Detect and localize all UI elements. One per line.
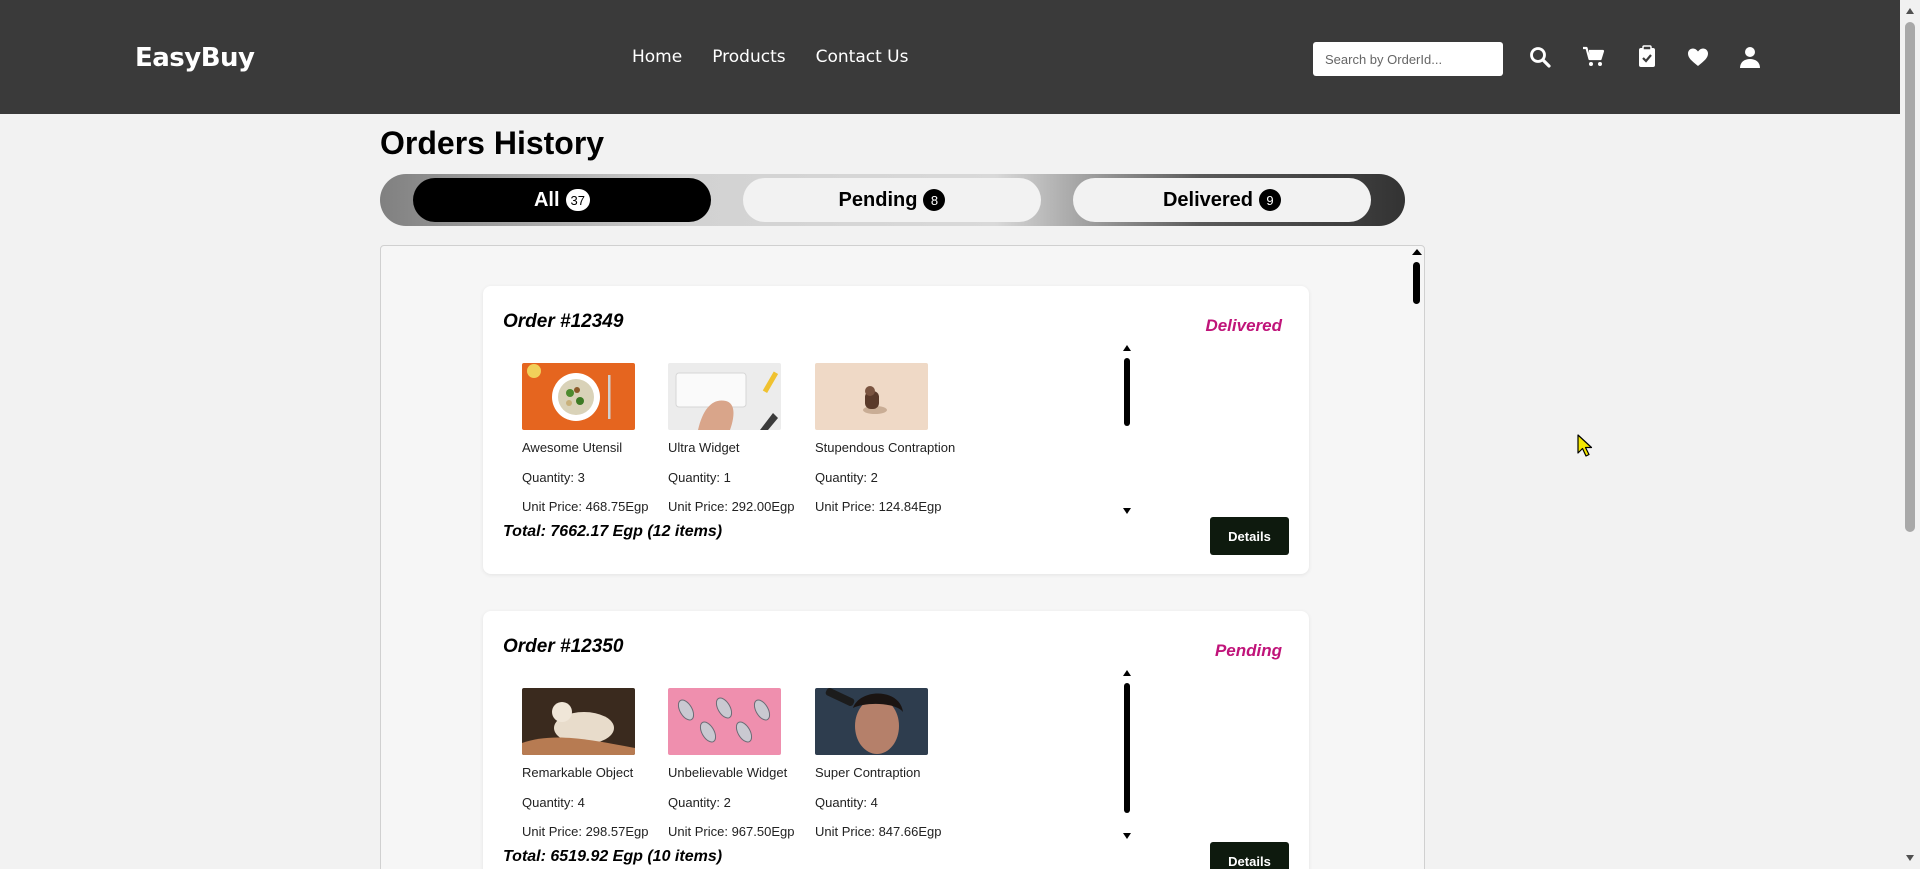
product-image-makeup <box>815 688 928 755</box>
search-input[interactable] <box>1313 42 1503 76</box>
tab-pending[interactable]: Pending 8 <box>743 178 1041 222</box>
order-number: Order #12349 <box>503 311 624 332</box>
scroll-up-arrow-icon[interactable] <box>1906 8 1914 14</box>
order-status: Delivered <box>1205 316 1282 335</box>
product-image-utensil <box>522 363 635 430</box>
panel-scrollbar-thumb[interactable] <box>1413 262 1420 304</box>
search-icon[interactable] <box>1528 45 1552 69</box>
order-number: Order #12350 <box>503 636 624 657</box>
nav-products-link[interactable]: Products <box>712 47 785 67</box>
product-image-object <box>522 688 635 755</box>
brand-logo[interactable]: EasyBuy <box>135 43 255 73</box>
details-button[interactable]: Details <box>1210 842 1289 869</box>
item-quantity: Quantity: 2 <box>668 795 731 810</box>
user-icon[interactable] <box>1738 45 1762 69</box>
item-quantity: Quantity: 3 <box>522 470 585 485</box>
item-name: Unbelievable Widget <box>668 765 788 780</box>
product-image-contraption <box>815 363 928 430</box>
item-quantity: Quantity: 1 <box>668 470 731 485</box>
order-total: Total: 6519.92 Egp (10 items) <box>503 848 723 865</box>
item-unit-price: Unit Price: 847.66Egp <box>815 824 942 839</box>
product-image-earrings <box>668 688 781 755</box>
item-unit-price: Unit Price: 292.00Egp <box>668 499 795 514</box>
order-status-tabs: All 37 Pending 8 Delivered 9 <box>380 174 1405 226</box>
order-total: Total: 7662.17 Egp (12 items) <box>503 523 723 540</box>
order-card: Order #12349 Delivered Awesome Utensil Q… <box>483 286 1309 574</box>
order-item: Unbelievable Widget Quantity: 2 Unit Pri… <box>668 688 808 839</box>
items-scroll-up-icon[interactable] <box>1123 345 1131 351</box>
tab-pending-count-badge: 8 <box>923 189 946 211</box>
order-item: Awesome Utensil Quantity: 3 Unit Price: … <box>522 363 662 514</box>
items-scroll-down-icon[interactable] <box>1123 833 1131 839</box>
details-button[interactable]: Details <box>1210 517 1289 555</box>
top-navbar: EasyBuy Home Products Contact Us <box>0 0 1900 114</box>
tab-delivered-label: Delivered <box>1162 188 1254 211</box>
nav-contact-link[interactable]: Contact Us <box>816 47 909 67</box>
nav-home-link[interactable]: Home <box>632 47 682 67</box>
order-item: Ultra Widget Quantity: 1 Unit Price: 292… <box>668 363 808 514</box>
order-item: Super Contraption Quantity: 4 Unit Price… <box>815 688 955 839</box>
cart-icon[interactable] <box>1582 45 1606 69</box>
heart-icon[interactable] <box>1686 45 1710 69</box>
orders-clipboard-icon[interactable] <box>1635 45 1659 69</box>
item-name: Ultra Widget <box>668 440 740 455</box>
order-status: Pending <box>1214 641 1282 660</box>
item-unit-price: Unit Price: 468.75Egp <box>522 499 649 514</box>
order-card: Order #12350 Pending Remarkable Object Q… <box>483 611 1309 869</box>
item-quantity: Quantity: 4 <box>522 795 585 810</box>
item-name: Stupendous Contraption <box>815 440 956 455</box>
items-scroll-down-icon[interactable] <box>1123 508 1131 514</box>
item-unit-price: Unit Price: 124.84Egp <box>815 499 942 514</box>
item-unit-price: Unit Price: 967.50Egp <box>668 824 795 839</box>
tab-delivered[interactable]: Delivered 9 <box>1073 178 1371 222</box>
order-item: Stupendous Contraption Quantity: 2 Unit … <box>815 363 955 514</box>
item-quantity: Quantity: 4 <box>815 795 878 810</box>
mouse-cursor-icon <box>1577 434 1593 457</box>
tab-all[interactable]: All 37 <box>413 178 711 222</box>
item-name: Awesome Utensil <box>522 440 623 455</box>
scroll-down-arrow-icon[interactable] <box>1906 855 1914 861</box>
tab-all-count-badge: 37 <box>565 189 591 211</box>
items-scroll-up-icon[interactable] <box>1123 670 1131 676</box>
main-nav: Home Products Contact Us <box>632 47 908 67</box>
items-scrollbar-thumb[interactable] <box>1124 683 1130 813</box>
scrollbar-thumb[interactable] <box>1905 22 1915 532</box>
item-name: Super Contraption <box>815 765 921 780</box>
tab-delivered-count-badge: 9 <box>1259 189 1282 211</box>
item-unit-price: Unit Price: 298.57Egp <box>522 824 649 839</box>
order-item: Remarkable Object Quantity: 4 Unit Price… <box>522 688 662 839</box>
tab-all-label: All <box>533 188 560 211</box>
page-title: Orders History <box>380 125 605 161</box>
tab-pending-label: Pending <box>838 188 918 211</box>
panel-scroll-up-icon[interactable] <box>1412 247 1422 257</box>
item-quantity: Quantity: 2 <box>815 470 878 485</box>
item-name: Remarkable Object <box>522 765 634 780</box>
window-scrollbar[interactable] <box>1900 0 1920 869</box>
items-scrollbar-thumb[interactable] <box>1124 358 1130 426</box>
product-image-widget <box>668 363 781 430</box>
